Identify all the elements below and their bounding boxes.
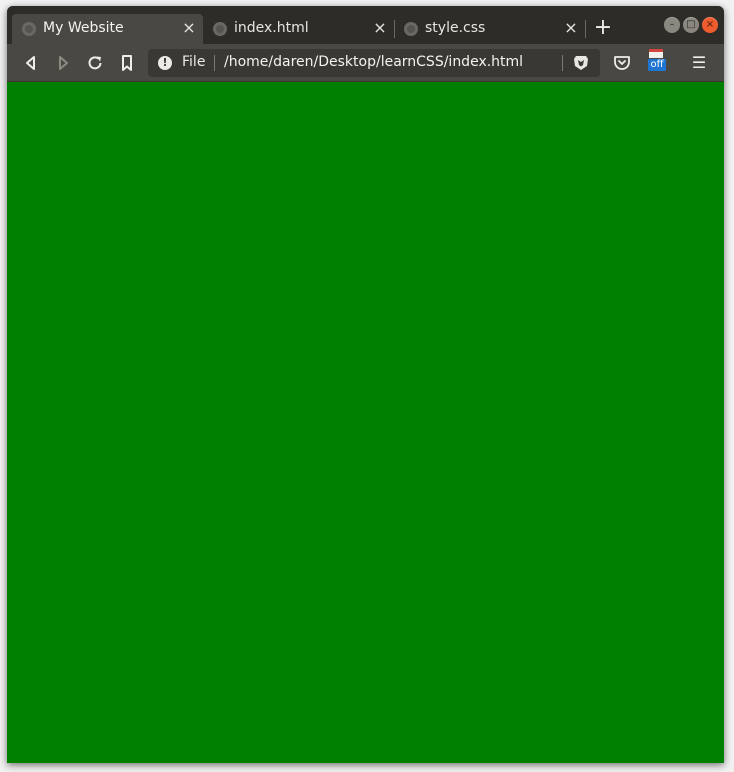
extension-status-badge: off [648, 59, 666, 71]
url-divider [214, 55, 215, 71]
site-info-icon[interactable]: ! [158, 56, 172, 70]
close-window-button[interactable]: × [702, 17, 718, 33]
tab-label: index.html [234, 20, 309, 36]
tab-strip: My Website × index.html × style.css × + … [7, 6, 724, 44]
globe-icon [22, 22, 36, 36]
tab-close-button[interactable]: × [181, 19, 197, 37]
globe-icon [404, 22, 418, 36]
minimize-button[interactable]: – [664, 17, 680, 33]
tab-label: My Website [43, 20, 124, 36]
maximize-button[interactable]: □ [683, 17, 699, 33]
browser-window: My Website × index.html × style.css × + … [7, 6, 724, 763]
url-path[interactable]: /home/daren/Desktop/learnCSS/index.html [224, 54, 523, 70]
tab-close-button[interactable]: × [372, 19, 388, 37]
tab-style-css[interactable]: style.css × [394, 14, 585, 44]
brave-shield-icon[interactable] [572, 54, 590, 72]
tab-index-html[interactable]: index.html × [203, 14, 394, 44]
hamburger-menu-icon[interactable]: ☰ [688, 52, 710, 74]
forward-icon[interactable] [52, 52, 74, 74]
url-divider [562, 55, 563, 71]
back-icon[interactable] [20, 52, 42, 74]
tab-close-button[interactable]: × [563, 19, 579, 37]
extension-toggle-icon[interactable]: off [646, 49, 668, 75]
page-content-area [7, 82, 724, 763]
bookmark-icon[interactable] [116, 52, 138, 74]
tab-separator [585, 20, 586, 38]
tab-my-website[interactable]: My Website × [12, 14, 203, 44]
extension-graphic [649, 49, 663, 58]
navigation-toolbar: ! File /home/daren/Desktop/learnCSS/inde… [7, 44, 724, 82]
tab-label: style.css [425, 20, 486, 36]
pocket-icon[interactable] [611, 52, 633, 74]
globe-icon [213, 22, 227, 36]
url-scheme-label: File [182, 54, 206, 70]
new-tab-button[interactable]: + [592, 17, 614, 39]
address-bar[interactable]: ! File /home/daren/Desktop/learnCSS/inde… [148, 49, 600, 77]
reload-icon[interactable] [84, 52, 106, 74]
